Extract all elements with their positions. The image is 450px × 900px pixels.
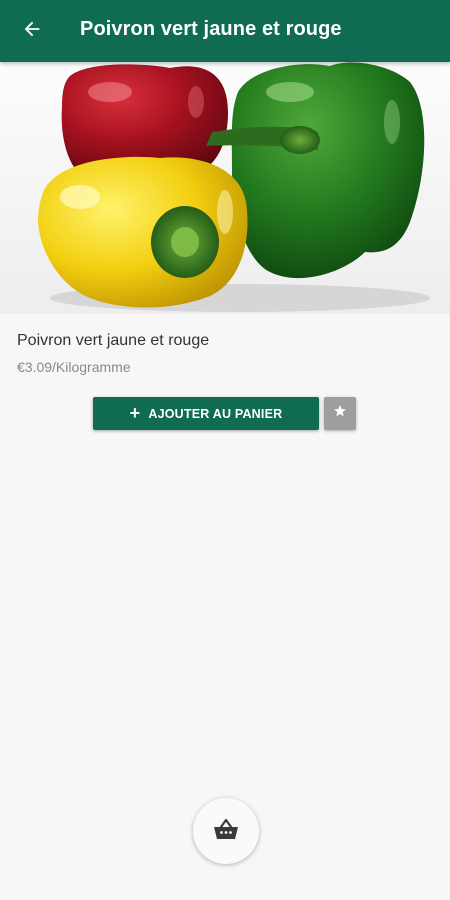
page-title: Poivron vert jaune et rouge bbox=[80, 18, 342, 40]
product-name: Poivron vert jaune et rouge bbox=[17, 332, 210, 349]
favorite-button[interactable] bbox=[324, 397, 356, 430]
app-bar: Poivron vert jaune et rouge bbox=[0, 0, 450, 62]
add-to-cart-button[interactable]: + AJOUTER AU PANIER bbox=[93, 397, 319, 430]
bell-peppers-photo bbox=[38, 62, 430, 312]
cart-button[interactable] bbox=[193, 798, 259, 864]
arrow-left-icon bbox=[21, 18, 43, 45]
product-price: €3.09/Kilogramme bbox=[17, 359, 131, 375]
star-icon bbox=[333, 404, 347, 423]
plus-icon: + bbox=[129, 402, 141, 423]
back-button[interactable] bbox=[14, 13, 50, 49]
basket-icon bbox=[212, 817, 240, 846]
product-image bbox=[0, 62, 450, 314]
add-to-cart-label: AJOUTER AU PANIER bbox=[148, 406, 283, 421]
